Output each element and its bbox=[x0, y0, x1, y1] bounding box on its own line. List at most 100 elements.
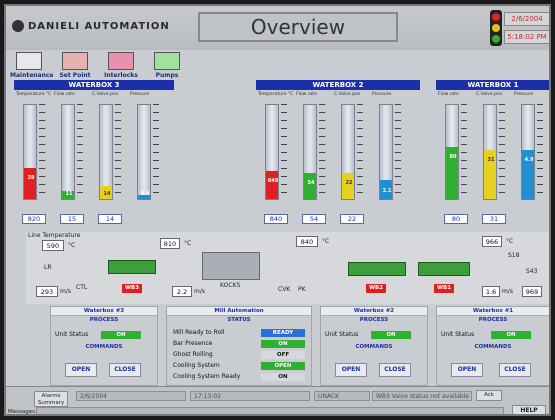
interlocks-button[interactable]: Interlocks bbox=[102, 52, 140, 82]
pumps-button[interactable]: Pumps bbox=[148, 52, 186, 82]
alarms-summary-button[interactable]: Alarms Summary bbox=[34, 391, 68, 407]
date-display: 2/6/2004 bbox=[504, 12, 549, 26]
mill-automation-panel: Mill Automation STATUS Mill Ready to Rol… bbox=[166, 306, 312, 386]
maintenance-button[interactable]: Maintenance bbox=[10, 52, 54, 82]
gauge-scale bbox=[499, 104, 505, 200]
gauge-tube: 848 bbox=[265, 104, 279, 200]
setpoint-icon bbox=[62, 52, 88, 70]
temperature-2-value: 810 bbox=[160, 238, 180, 249]
alarm-bar: Alarms Summary 2/6/2004 17:13:02 UNACK W… bbox=[6, 386, 549, 415]
wb3-tag: WB3 bbox=[122, 284, 142, 293]
waterbox-2-process-label: PROCESS bbox=[359, 317, 389, 323]
waterbox-2-unit-status-label: Unit Status bbox=[325, 331, 359, 338]
gauge: Flow rate 11 bbox=[54, 92, 92, 210]
kocks-block-icon bbox=[202, 252, 260, 280]
gauge-scale bbox=[77, 104, 83, 200]
wb2-tag: WB2 bbox=[366, 284, 386, 293]
gauge-scale bbox=[395, 104, 401, 200]
ack-button[interactable]: Ack bbox=[476, 390, 502, 401]
temperature-4-value: 966 bbox=[482, 236, 502, 247]
waterbox-3-control-panel: Waterbox #3 PROCESS Unit Status ON COMMA… bbox=[50, 306, 158, 386]
waterbox-1-header: WATERBOX 1 bbox=[436, 80, 549, 90]
interlocks-icon bbox=[108, 52, 134, 70]
waterbox-3-header: WATERBOX 3 bbox=[14, 80, 174, 90]
traffic-light-icon bbox=[490, 10, 502, 46]
gauge-label: Flow rate bbox=[296, 92, 317, 97]
waterbox-1-commands-label: COMMANDS bbox=[474, 344, 512, 350]
waterbox-1-close-button[interactable]: CLOSE bbox=[499, 363, 531, 377]
gauge-tube: 2.1 bbox=[379, 104, 393, 200]
waterbox-1-process-label: PROCESS bbox=[478, 317, 508, 323]
gauge-tube: 22 bbox=[341, 104, 355, 200]
pumps-icon bbox=[154, 52, 180, 70]
gauge-tube: 80 bbox=[445, 104, 459, 200]
hmi-screen: DANIELI AUTOMATION Overview 2/6/2004 5:1… bbox=[4, 4, 551, 416]
mill-status-value: ON bbox=[261, 373, 305, 381]
gauge-value: 38 bbox=[27, 175, 35, 182]
waterbox-1-open-button[interactable]: OPEN bbox=[451, 363, 483, 377]
mill-status-value: READY bbox=[261, 329, 305, 337]
alarm-state-field: UNACK bbox=[314, 391, 370, 401]
gauge-value: 11 bbox=[65, 191, 73, 197]
gauge-tube: 0.4 bbox=[137, 104, 151, 200]
gauge-tube: 31 bbox=[483, 104, 497, 200]
mill-status-label: Mill Ready to Roll bbox=[173, 329, 225, 336]
s43-label: S43 bbox=[526, 268, 538, 275]
speed-2-unit: m/s bbox=[194, 288, 205, 295]
gauge-label: C.Valve pos bbox=[334, 92, 361, 97]
mill-status-label: Ghost Rolling bbox=[173, 351, 213, 358]
page-title: Overview bbox=[198, 12, 398, 42]
waterbox-3-status-badge: ON bbox=[101, 331, 141, 339]
waterbox-1-unit-status-label: Unit Status bbox=[441, 331, 475, 338]
lr-label: LR bbox=[44, 264, 52, 271]
gauge: Flow rate 80 bbox=[438, 92, 476, 210]
gauge-tube: 54 bbox=[303, 104, 317, 200]
gauge-label: Flow rate bbox=[438, 92, 459, 97]
temperature-2-unit: °C bbox=[184, 240, 192, 247]
waterbox-2-close-button[interactable]: CLOSE bbox=[379, 363, 411, 377]
gauge-scale bbox=[39, 104, 45, 200]
waterbox-2-open-button[interactable]: OPEN bbox=[335, 363, 367, 377]
gauge-label: Pressure bbox=[130, 92, 150, 97]
waterbox-1-roller bbox=[418, 262, 470, 276]
gauge-value: 80 bbox=[449, 154, 457, 161]
gauge-value: 22 bbox=[345, 180, 353, 187]
waterbox-3-unit-status-label: Unit Status bbox=[55, 331, 89, 338]
pk-label: PK bbox=[298, 286, 306, 293]
mill-automation-title: Mill Automation bbox=[167, 307, 311, 316]
gauge: Temperature °C 848 bbox=[258, 92, 296, 210]
gauge-tube: 11 bbox=[61, 104, 75, 200]
gauge: Pressure 2.1 bbox=[372, 92, 410, 210]
gauge-scale bbox=[115, 104, 121, 200]
title-bar: DANIELI AUTOMATION Overview 2/6/2004 5:1… bbox=[6, 6, 549, 50]
gauge-scale bbox=[537, 104, 543, 200]
speed-1-value: 293 bbox=[36, 286, 58, 297]
waterbox-3-close-button[interactable]: CLOSE bbox=[109, 363, 141, 377]
company-logo: DANIELI AUTOMATION bbox=[12, 20, 170, 32]
waterbox-readout: 80 bbox=[444, 214, 468, 224]
waterbox-3-open-button[interactable]: OPEN bbox=[65, 363, 97, 377]
gauge-label: Flow rate bbox=[54, 92, 75, 97]
messages-label: Messages bbox=[8, 409, 35, 415]
gauge-label: Temperature °C bbox=[258, 92, 294, 97]
waterbox-3-roller bbox=[108, 260, 156, 274]
gauge-tube: 4.9 bbox=[521, 104, 535, 200]
setpoint-button[interactable]: Set Point bbox=[56, 52, 94, 82]
waterbox-readout: 15 bbox=[60, 214, 84, 224]
waterbox-2-commands-label: COMMANDS bbox=[355, 344, 393, 350]
help-button[interactable]: HELP bbox=[512, 405, 546, 414]
gauge-label: Pressure bbox=[372, 92, 392, 97]
maintenance-icon bbox=[16, 52, 42, 70]
mill-status-label: Bar Presence bbox=[173, 340, 213, 347]
mill-status-label: STATUS bbox=[227, 317, 251, 323]
gauge-value: 2.1 bbox=[382, 187, 392, 194]
gauge-label: Temperature °C bbox=[16, 92, 52, 97]
gauge-scale bbox=[281, 104, 287, 200]
waterbox-readout: 54 bbox=[302, 214, 326, 224]
gauge-scale bbox=[357, 104, 363, 200]
temperature-3-unit: °C bbox=[322, 238, 330, 245]
line-temperature-label: Line Temperature bbox=[28, 232, 81, 239]
pumps-label: Pumps bbox=[155, 72, 179, 79]
waterbox-readout: 31 bbox=[482, 214, 506, 224]
waterbox-readout: 840 bbox=[264, 214, 288, 224]
